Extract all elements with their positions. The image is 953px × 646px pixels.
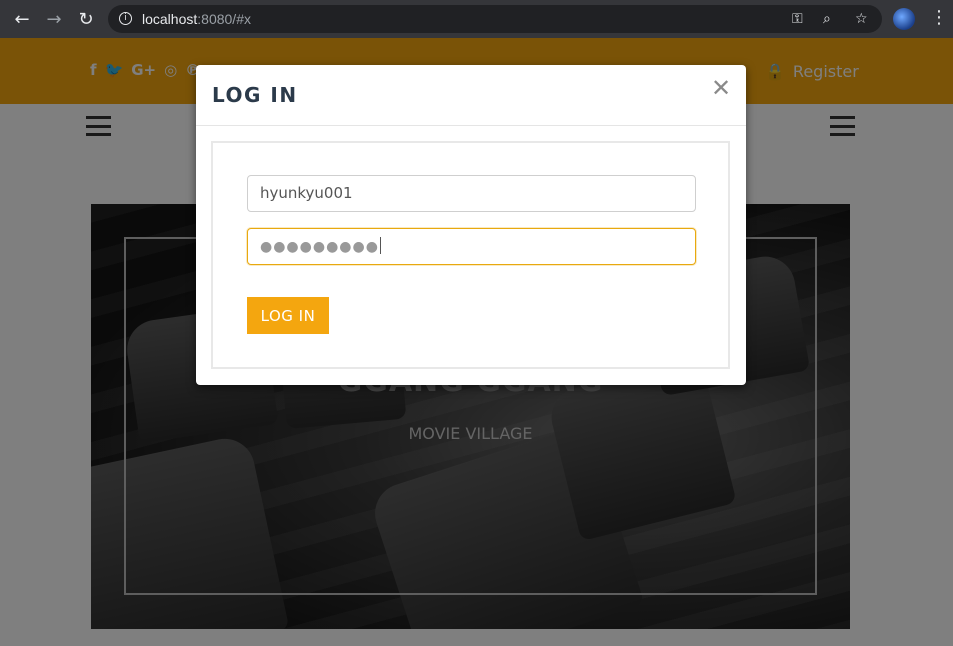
info-icon[interactable]: i — [119, 12, 132, 25]
login-button[interactable]: LOG IN — [247, 297, 329, 334]
bookmark-star-icon[interactable]: ☆ — [855, 11, 868, 27]
zoom-icon[interactable]: ⌕ — [823, 11, 831, 27]
username-field[interactable]: hyunkyu001 — [247, 175, 696, 212]
modal-title: LOG IN — [212, 83, 298, 107]
reload-icon[interactable]: ↻ — [71, 0, 101, 38]
login-form: hyunkyu001 ●●●●●●●●● LOG IN — [211, 141, 730, 369]
login-modal: LOG IN ✕ hyunkyu001 ●●●●●●●●● LOG IN — [196, 65, 746, 385]
text-caret — [379, 237, 381, 254]
key-icon[interactable]: ⚿ — [792, 11, 803, 27]
password-field[interactable]: ●●●●●●●●● — [247, 228, 696, 265]
password-value: ●●●●●●●●● — [260, 239, 379, 255]
profile-avatar[interactable] — [893, 8, 915, 30]
url-text[interactable]: localhost:8080/#x — [142, 11, 251, 27]
close-icon[interactable]: ✕ — [711, 74, 731, 102]
username-value: hyunkyu001 — [260, 184, 353, 202]
menu-dots-icon[interactable]: ⋮ — [930, 7, 948, 29]
forward-icon[interactable]: → — [39, 0, 69, 38]
address-bar[interactable]: i localhost:8080/#x ⚿ ⌕ ☆ — [108, 5, 882, 33]
url-path: :8080/#x — [197, 11, 251, 27]
modal-header: LOG IN ✕ — [196, 65, 746, 126]
browser-toolbar: ← → ↻ i localhost:8080/#x ⚿ ⌕ ☆ ⋮ — [0, 0, 953, 38]
url-host: localhost — [142, 11, 198, 27]
back-icon[interactable]: ← — [7, 0, 37, 38]
